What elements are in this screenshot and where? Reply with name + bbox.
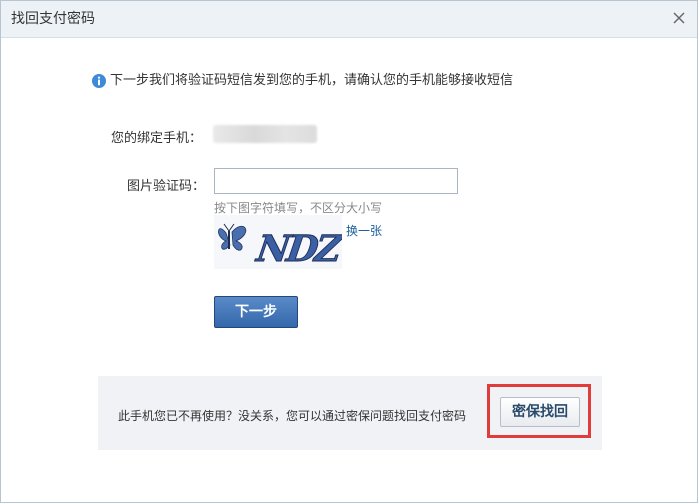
captcha-hint: 按下图字符填写，不区分大小写 [214, 201, 383, 215]
next-step-button[interactable]: 下一步 [214, 296, 298, 328]
dialog-title: 找回支付密码 [11, 11, 95, 27]
refresh-captcha-link[interactable]: 换一张 [346, 222, 382, 239]
info-notice: 下一步我们将验证码短信发到您的手机，请确认您的手机能够接收短信 [92, 72, 513, 90]
info-message: 下一步我们将验证码短信发到您的手机，请确认您的手机能够接收短信 [110, 73, 514, 88]
bound-phone-label: 您的绑定手机： [111, 131, 203, 146]
security-question-recovery-button[interactable]: 密保找回 [500, 397, 580, 427]
retrieve-payment-password-dialog: 找回支付密码 下一步我们将验证码短信发到您的手机，请确认您的手机能够接收短信 您… [0, 0, 698, 503]
alternative-message: 此手机您已不再使用？没关系，您可以通过密保问题找回支付密码 [118, 409, 467, 423]
bound-phone-value-blurred [213, 125, 317, 143]
alternative-recovery-panel: 此手机您已不再使用？没关系，您可以通过密保问题找回支付密码 密保找回 [98, 376, 602, 450]
close-icon [673, 12, 685, 24]
butterfly-icon [218, 223, 247, 251]
dialog-titlebar: 找回支付密码 [1, 1, 697, 38]
captcha-input[interactable] [214, 168, 458, 194]
captcha-label: 图片验证码： [127, 179, 206, 194]
info-icon [92, 74, 106, 88]
close-button[interactable] [669, 8, 689, 28]
captcha-image[interactable]: NDZ [214, 215, 347, 270]
captcha-text: NDZ [253, 227, 342, 269]
